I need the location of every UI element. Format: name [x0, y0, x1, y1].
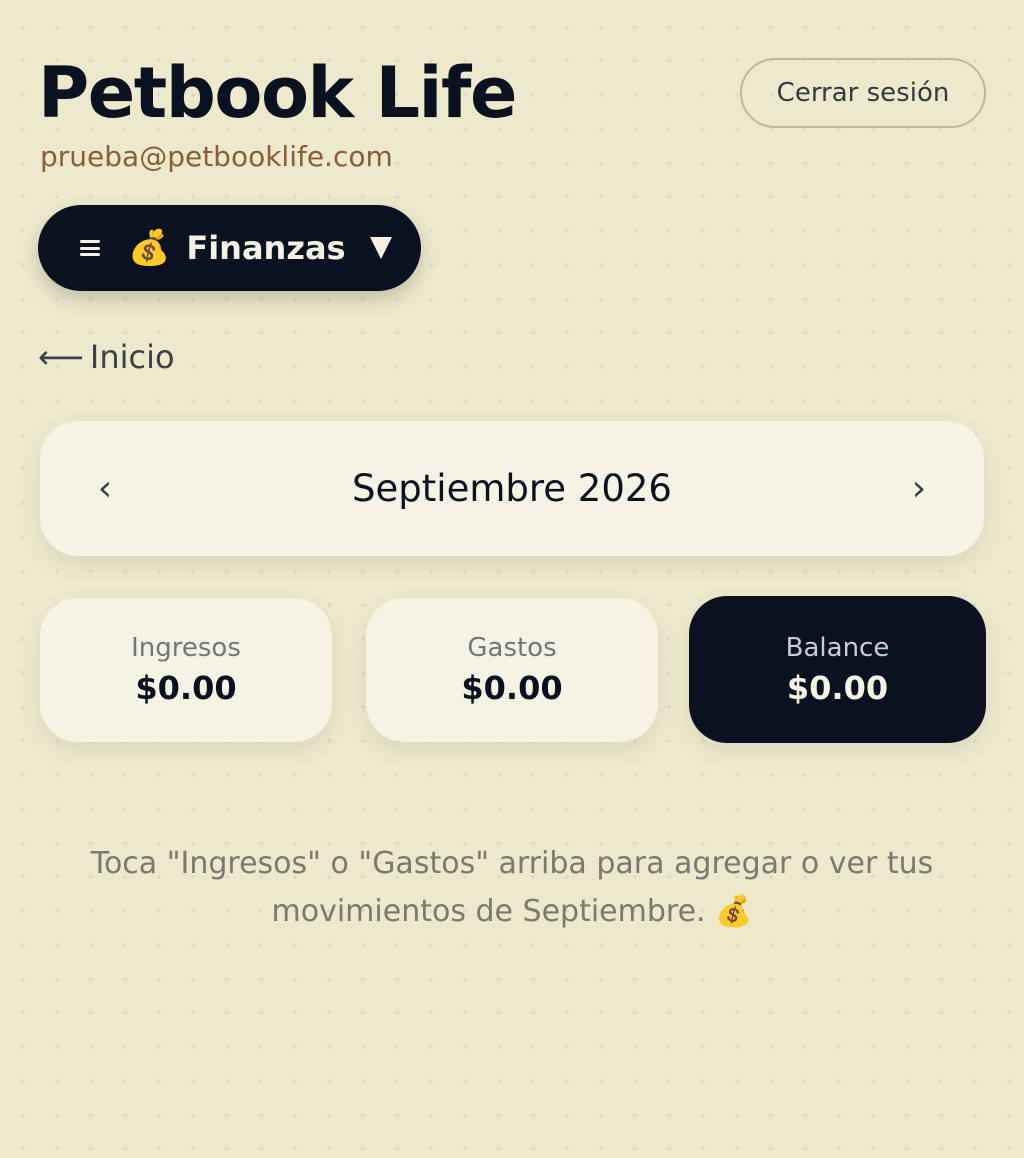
hamburger-menu-icon	[80, 240, 100, 256]
expenses-card[interactable]: Gastos $0.00	[366, 598, 658, 742]
income-value: $0.00	[135, 669, 237, 707]
balance-card: Balance $0.00	[689, 596, 986, 743]
section-menu-button[interactable]: 💰 Finanzas	[38, 205, 421, 291]
back-link-home[interactable]: ⟵ Inicio	[38, 338, 175, 376]
logout-button[interactable]: Cerrar sesión	[740, 58, 986, 128]
month-selector: ‹ Septiembre 2026 ›	[40, 421, 984, 556]
month-label: Septiembre 2026	[352, 467, 672, 510]
chevron-left-icon[interactable]: ‹	[90, 468, 120, 509]
chevron-right-icon[interactable]: ›	[904, 468, 934, 509]
income-card[interactable]: Ingresos $0.00	[40, 598, 332, 742]
section-label: Finanzas	[186, 229, 346, 267]
expenses-value: $0.00	[461, 669, 563, 707]
money-bag-icon: 💰	[128, 228, 171, 268]
hint-text: Toca "Ingresos" o "Gastos" arriba para a…	[90, 846, 934, 929]
caret-down-icon	[369, 237, 392, 259]
balance-label: Balance	[785, 632, 890, 663]
back-arrow-icon: ⟵	[38, 338, 84, 376]
expenses-label: Gastos	[467, 633, 557, 663]
balance-value: $0.00	[786, 668, 889, 707]
income-label: Ingresos	[131, 633, 241, 663]
user-email: prueba@petbooklife.com	[40, 140, 393, 173]
money-bag-icon: 💰	[715, 894, 753, 929]
back-link-label: Inicio	[89, 338, 175, 376]
empty-state-hint: Toca "Ingresos" o "Gastos" arriba para a…	[40, 840, 984, 936]
app-title: Petbook Life	[38, 52, 517, 134]
